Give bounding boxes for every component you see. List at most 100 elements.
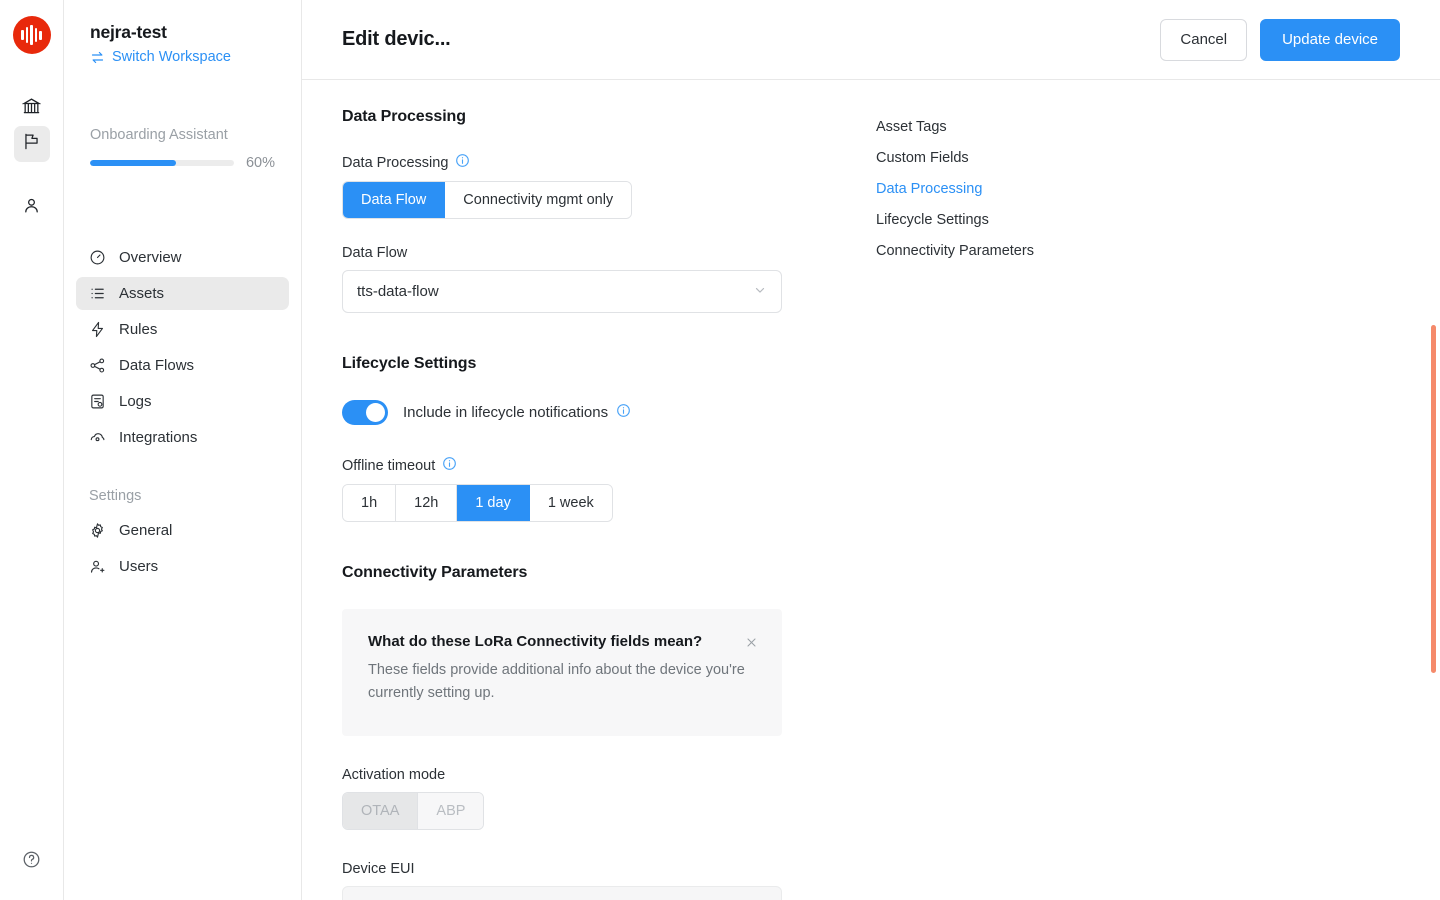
sidebar-item-label: Logs <box>119 393 152 410</box>
lora-info-notice-title: What do these LoRa Connectivity fields m… <box>368 633 756 650</box>
segment-1-week[interactable]: 1 week <box>530 485 612 521</box>
form-column: Data Processing Data Processing Data Flo… <box>342 108 782 900</box>
top-bar: Edit devic... Cancel Update device <box>302 0 1440 80</box>
segment-abp: ABP <box>418 793 483 829</box>
lifecycle-notifications-row: Include in lifecycle notifications <box>342 400 782 425</box>
sidebar-item-data-flows[interactable]: Data Flows <box>76 349 289 382</box>
workspace-block: nejra-test Switch Workspace <box>64 0 301 65</box>
sidebar-item-general[interactable]: General <box>76 514 289 547</box>
data-flow-select[interactable]: tts-data-flow <box>342 270 782 313</box>
cancel-button[interactable]: Cancel <box>1160 19 1247 61</box>
onboarding-percent: 60% <box>246 155 275 171</box>
field-label-data-processing-mode: Data Processing <box>342 153 782 172</box>
sidebar-item-users[interactable]: Users <box>76 550 289 583</box>
switch-workspace-link[interactable]: Switch Workspace <box>90 49 277 65</box>
lifecycle-notifications-label: Include in lifecycle notifications <box>403 403 631 422</box>
sidebar-item-label: Assets <box>119 285 164 302</box>
sidebar-item-label: Data Flows <box>119 357 194 374</box>
segment-1h[interactable]: 1h <box>343 485 396 521</box>
lifecycle-notifications-toggle[interactable] <box>342 400 388 425</box>
rail-item-help[interactable] <box>14 844 50 880</box>
bank-icon <box>22 96 41 120</box>
gear-icon <box>89 522 106 539</box>
sidebar-nav: Overview Assets <box>64 241 301 583</box>
lora-info-notice-text: These fields provide additional info abo… <box>368 659 756 706</box>
help-circle-icon <box>22 850 41 874</box>
gauge-icon <box>89 249 106 266</box>
segment-12h[interactable]: 12h <box>396 485 457 521</box>
onboarding-assistant[interactable]: Onboarding Assistant 60% <box>64 127 301 171</box>
toc-item-data-processing[interactable]: Data Processing <box>876 181 1034 197</box>
switch-workspace-label: Switch Workspace <box>112 49 231 65</box>
segment-1-day[interactable]: 1 day <box>457 485 529 521</box>
onboarding-progress-fill <box>90 160 176 166</box>
rail-item-projects[interactable] <box>14 126 50 162</box>
sidebar-item-assets[interactable]: Assets <box>76 277 289 310</box>
section-title-connectivity-parameters: Connectivity Parameters <box>342 564 782 582</box>
toc-item-lifecycle-settings[interactable]: Lifecycle Settings <box>876 212 1034 228</box>
field-label-data-flow: Data Flow <box>342 245 782 261</box>
flag-icon <box>22 132 41 156</box>
close-icon[interactable] <box>745 636 758 652</box>
chevron-down-icon <box>753 283 767 301</box>
field-label-device-eui: Device EUI <box>342 861 782 877</box>
content-scroll-area: Data Processing Data Processing Data Flo… <box>302 80 1440 900</box>
data-processing-mode-segmented[interactable]: Data Flow Connectivity mgmt only <box>342 181 632 219</box>
toggle-label-text: Include in lifecycle notifications <box>403 404 608 421</box>
share-nodes-icon <box>89 357 106 374</box>
icon-rail <box>0 0 64 900</box>
sidebar-item-logs[interactable]: Logs <box>76 385 289 418</box>
onboarding-label: Onboarding Assistant <box>90 127 275 143</box>
field-label-offline-timeout: Offline timeout <box>342 456 782 475</box>
field-label-text: Activation mode <box>342 767 445 783</box>
field-label-activation-mode: Activation mode <box>342 767 782 783</box>
main-area: Edit devic... Cancel Update device Data … <box>302 0 1440 900</box>
info-circle-icon[interactable] <box>455 153 470 172</box>
cloud-eye-icon <box>89 429 106 446</box>
toggle-knob <box>366 403 385 422</box>
sidebar-item-label: Overview <box>119 249 182 266</box>
info-circle-icon[interactable] <box>616 403 631 422</box>
sidebar: nejra-test Switch Workspace Onboarding A… <box>64 0 302 900</box>
swap-arrows-icon <box>90 50 105 65</box>
sidebar-item-rules[interactable]: Rules <box>76 313 289 346</box>
segment-connectivity-mgmt-only[interactable]: Connectivity mgmt only <box>445 182 631 218</box>
user-plus-icon <box>89 558 106 575</box>
toc-item-custom-fields[interactable]: Custom Fields <box>876 150 1034 166</box>
section-title-data-processing: Data Processing <box>342 108 782 126</box>
sidebar-item-label: Rules <box>119 321 157 338</box>
segment-otaa: OTAA <box>343 793 418 829</box>
activation-mode-segmented: OTAA ABP <box>342 792 484 830</box>
section-toc: Asset Tags Custom Fields Data Processing… <box>876 108 1034 900</box>
info-circle-icon[interactable] <box>442 456 457 475</box>
section-title-lifecycle-settings: Lifecycle Settings <box>342 355 782 373</box>
toc-item-asset-tags[interactable]: Asset Tags <box>876 119 1034 135</box>
person-icon <box>22 196 41 220</box>
offline-timeout-segmented[interactable]: 1h 12h 1 day 1 week <box>342 484 613 522</box>
update-device-button[interactable]: Update device <box>1260 19 1400 61</box>
data-flow-select-value: tts-data-flow <box>357 283 439 300</box>
sidebar-item-label: General <box>119 522 172 539</box>
field-label-text: Data Flow <box>342 245 407 261</box>
sidebar-item-integrations[interactable]: Integrations <box>76 421 289 454</box>
app-root: nejra-test Switch Workspace Onboarding A… <box>0 0 1440 900</box>
field-label-text: Offline timeout <box>342 458 435 474</box>
toc-item-connectivity-parameters[interactable]: Connectivity Parameters <box>876 243 1034 259</box>
page-title: Edit devic... <box>342 28 451 51</box>
rail-item-organization[interactable] <box>14 90 50 126</box>
segment-data-flow[interactable]: Data Flow <box>343 182 445 218</box>
device-eui-input: 70B3D57ED0050EAE <box>342 886 782 900</box>
sidebar-item-label: Integrations <box>119 429 197 446</box>
document-check-icon <box>89 393 106 410</box>
vertical-scrollbar-thumb[interactable] <box>1431 325 1436 673</box>
waveform-logo-icon[interactable] <box>13 16 51 54</box>
rail-item-account[interactable] <box>14 190 50 226</box>
bolt-icon <box>89 321 106 338</box>
lora-info-notice: What do these LoRa Connectivity fields m… <box>342 609 782 736</box>
field-label-text: Data Processing <box>342 155 448 171</box>
sidebar-section-settings: Settings <box>76 488 289 504</box>
sidebar-item-overview[interactable]: Overview <box>76 241 289 274</box>
top-bar-actions: Cancel Update device <box>1160 19 1400 61</box>
workspace-name: nejra-test <box>90 22 277 43</box>
list-icon <box>89 285 106 302</box>
